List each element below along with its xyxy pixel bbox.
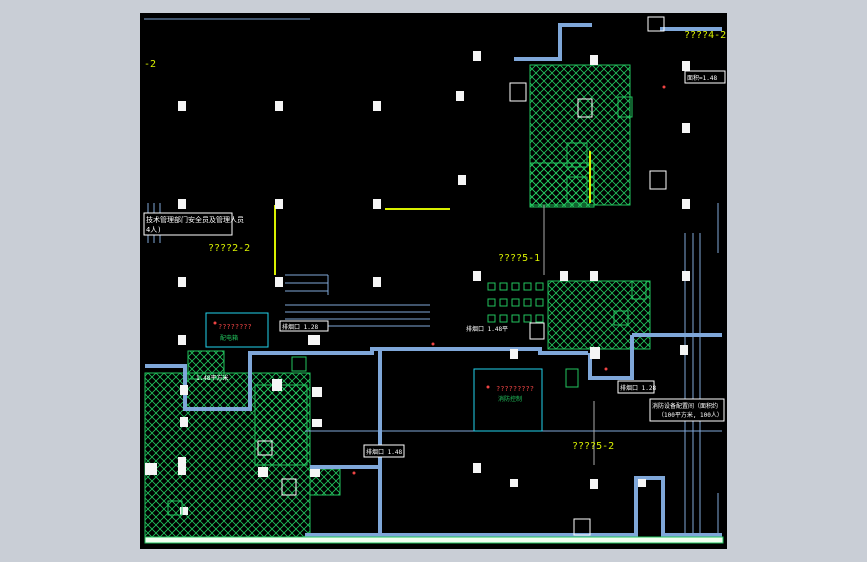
hatch-zone-mid	[547, 280, 651, 350]
note-left-line2: 4人)	[146, 226, 161, 234]
cyan-box1-label: ????????	[218, 323, 252, 331]
note-right-line2: （100平方米, 100人）	[658, 411, 723, 419]
tag-right-top: 面积=1.48	[687, 74, 717, 82]
terminal-grid	[487, 282, 544, 323]
cyan-box1-sub: 配电箱	[220, 334, 238, 342]
cyan-box2-label: ?????????	[496, 385, 534, 393]
floor-plan: ????4-2 -2 ????2-2 ????5-1 ????5-2 技术管理部…	[143, 16, 726, 544]
cad-viewport[interactable]: ????4-2 -2 ????2-2 ????5-1 ????5-2 技术管理部…	[140, 13, 727, 549]
tag-right-small: 排烟口 1.28	[620, 384, 656, 392]
cyan-box2-sub: 消防控制	[498, 395, 522, 403]
tag-lower-center: 排烟口 1.48平	[466, 325, 508, 333]
tag-left-small: 1.48平方米	[196, 374, 228, 382]
ground-strip	[144, 536, 724, 544]
hatched-zones	[144, 64, 651, 539]
room-label-center: ????5-1	[498, 253, 540, 264]
tag-lower-left: 排烟口 1.48	[366, 448, 402, 456]
room-label-left-mid: ????2-2	[208, 243, 250, 254]
hatch-zone-top-ext	[529, 162, 595, 208]
hatch-zone-left-upper	[254, 384, 308, 466]
tag-mid-small: 排烟口 1.28	[282, 323, 318, 331]
note-left-line1: 技术管理部门安全员及管理人员	[146, 215, 244, 224]
room-label-lower-right: ????5-2	[572, 441, 614, 452]
note-right-line1: 消防设备配置间（面积约	[652, 402, 718, 410]
room-label-left-top: -2	[144, 59, 156, 70]
room-label-top-right: ????4-2	[684, 30, 726, 41]
